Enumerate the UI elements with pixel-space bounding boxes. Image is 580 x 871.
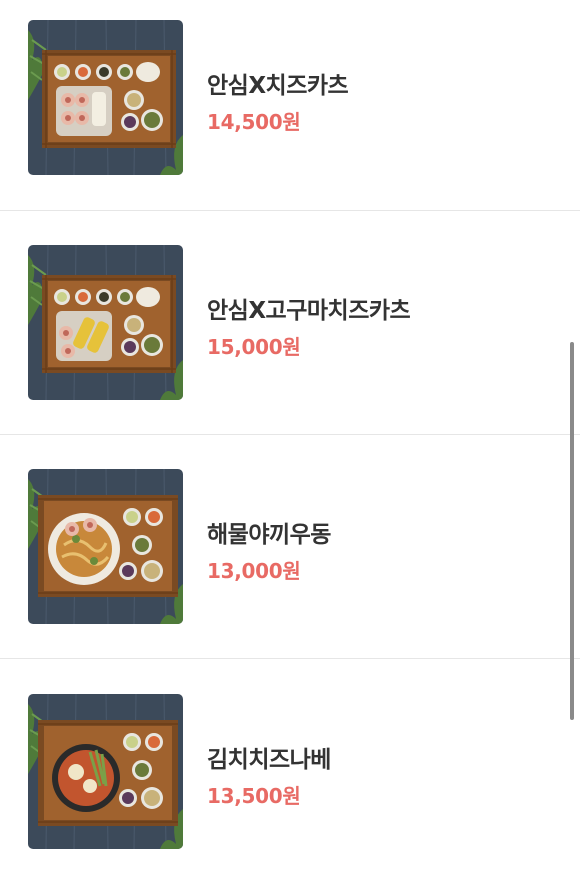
menu-item-price: 15,000원 (207, 335, 301, 359)
menu-item-name: 김치치즈나베 (207, 747, 331, 773)
menu-item-seafood-yaki-udon[interactable]: 해물야끼우동 13,000원 (0, 449, 580, 673)
menu-item-kimchi-cheese-nabe[interactable]: 김치치즈나베 13,500원 (0, 674, 580, 871)
menu-item-sweetpotato-cheese-katsu[interactable]: 안심X고구마치즈카츠 15,000원 (0, 225, 580, 449)
menu-item-name: 해물야끼우동 (207, 522, 331, 548)
menu-item-cheese-katsu[interactable]: 안심X치즈카츠 14,500원 (0, 0, 580, 224)
menu-item-price: 13,500원 (207, 784, 301, 808)
menu-item-name: 안심X치즈카츠 (207, 73, 349, 99)
menu-item-image (28, 469, 183, 624)
menu-item-image (28, 245, 183, 400)
menu-item-name: 안심X고구마치즈카츠 (207, 298, 411, 324)
divider (0, 658, 580, 659)
menu-item-price: 13,000원 (207, 559, 301, 583)
divider (0, 434, 580, 435)
menu-item-image (28, 20, 183, 175)
scrollbar[interactable] (570, 342, 574, 720)
menu-list: 안심X치즈카츠 14,500원 안심X고구마치즈카츠 15,000원 해물야끼우… (0, 0, 580, 871)
menu-item-image (28, 694, 183, 849)
menu-item-price: 14,500원 (207, 110, 301, 134)
divider (0, 210, 580, 211)
